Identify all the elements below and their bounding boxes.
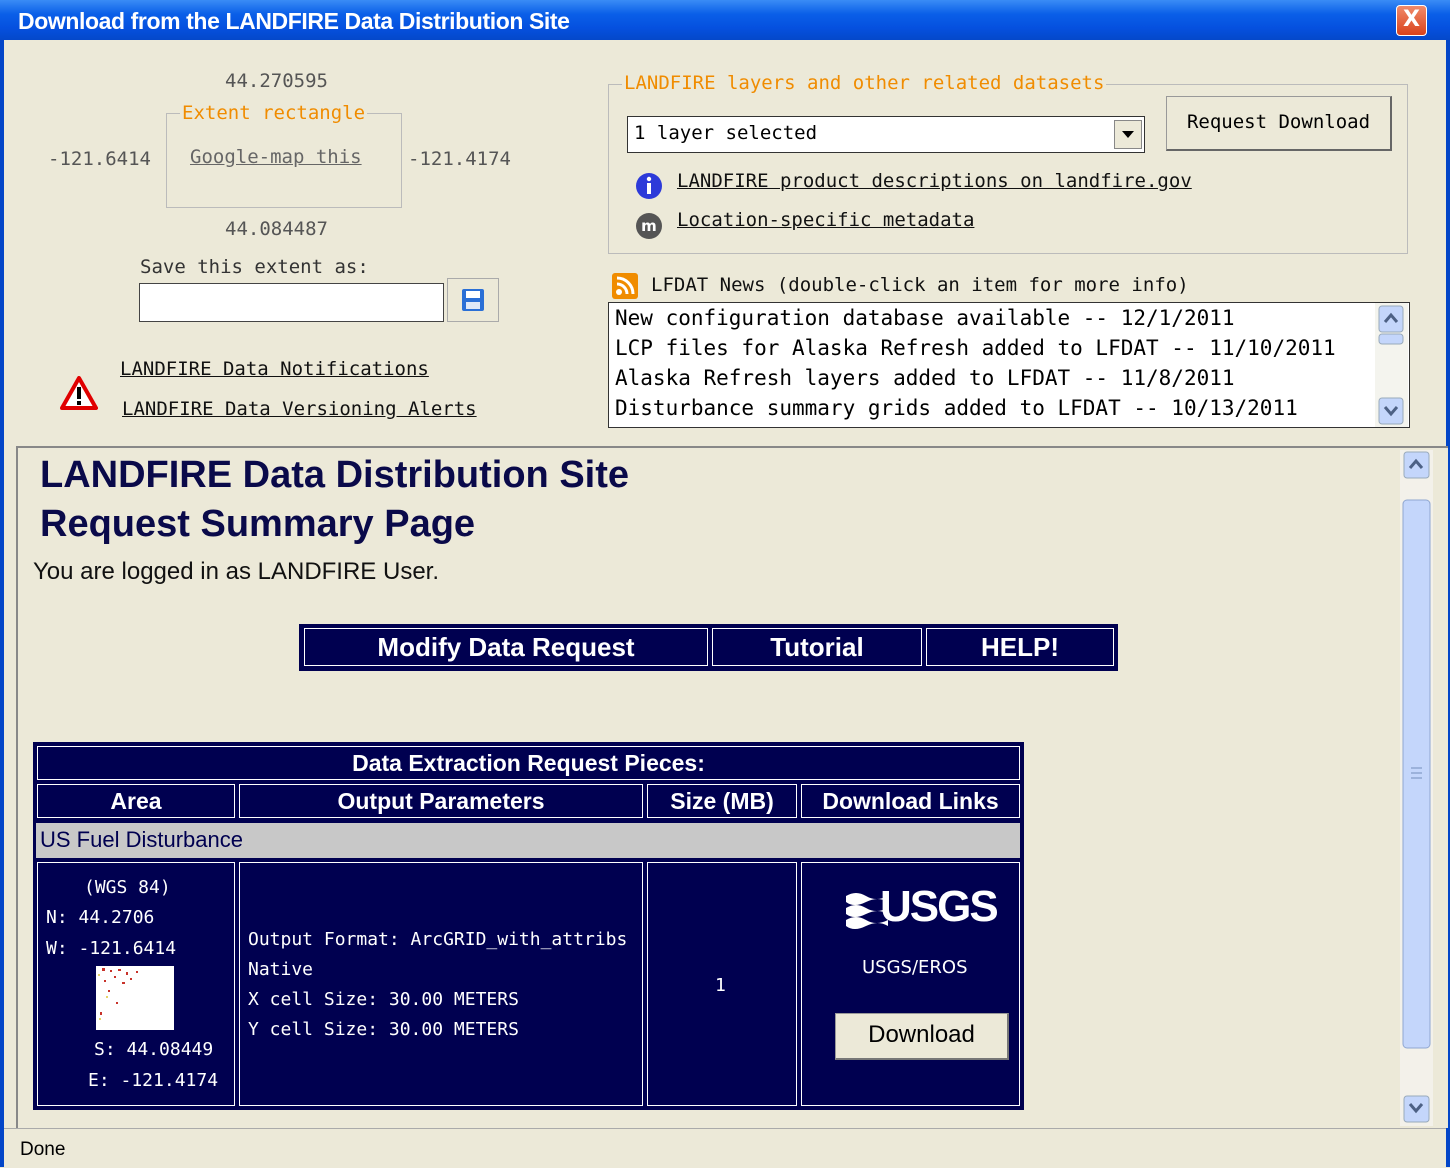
- param-format: Output Format: ArcGRID_with_attribs: [248, 929, 628, 950]
- svg-text:m: m: [641, 217, 657, 235]
- warning-icon: [60, 376, 98, 410]
- group-label: US Fuel Disturbance: [40, 827, 243, 852]
- column-header-area: Area: [37, 784, 235, 818]
- help-button[interactable]: HELP!: [926, 628, 1114, 666]
- status-bar: Done: [4, 1128, 1446, 1168]
- rss-icon: [612, 273, 638, 299]
- extent-legend: Extent rectangle: [180, 102, 368, 124]
- metadata-icon: m: [636, 213, 662, 239]
- download-button[interactable]: Download: [835, 1013, 1009, 1060]
- window-title: Download from the LANDFIRE Data Distribu…: [18, 8, 570, 34]
- save-extent-button[interactable]: [447, 278, 499, 322]
- layer-select-dropdown[interactable]: 1 layer selected: [627, 116, 1145, 153]
- login-status: You are logged in as LANDFIRE User.: [33, 558, 439, 585]
- data-notifications-link[interactable]: LANDFIRE Data Notifications: [120, 358, 429, 380]
- usgs-logo-text: USGS: [880, 882, 999, 931]
- news-item[interactable]: Alaska Refresh layers added to LFDAT -- …: [615, 366, 1235, 390]
- area-west: W: -121.6414: [46, 938, 177, 959]
- google-map-link[interactable]: Google-map this: [190, 146, 362, 168]
- request-download-button[interactable]: Request Download: [1166, 96, 1392, 151]
- group-row: US Fuel Disturbance: [36, 823, 1020, 858]
- nav-bar: Modify Data Request Tutorial HELP!: [299, 624, 1118, 671]
- area-east: E: -121.4174: [88, 1070, 219, 1091]
- layers-legend: LANDFIRE layers and other related datase…: [622, 72, 1107, 94]
- save-extent-label: Save this extent as:: [140, 256, 369, 278]
- location-metadata-link[interactable]: Location-specific metadata: [677, 209, 974, 231]
- page-subtitle: Request Summary Page: [40, 503, 476, 545]
- layer-select-value: 1 layer selected: [634, 122, 818, 144]
- extent-west: -121.6414: [48, 148, 151, 170]
- news-label: LFDAT News (double-click an item for mor…: [651, 274, 1189, 296]
- column-header-download: Download Links: [801, 784, 1020, 818]
- news-item[interactable]: Disturbance summary grids added to LFDAT…: [615, 396, 1298, 420]
- extent-north: 44.270595: [225, 70, 328, 92]
- tutorial-button[interactable]: Tutorial: [712, 628, 922, 666]
- area-north: N: 44.2706: [46, 907, 155, 928]
- provider-label: USGS/EROS: [862, 957, 968, 978]
- usgs-logo: USGS: [844, 882, 1004, 934]
- param-projection: Native: [248, 959, 314, 980]
- extent-south: 44.084487: [225, 218, 328, 240]
- table-title: Data Extraction Request Pieces:: [37, 746, 1020, 780]
- extent-thumbnail: [96, 966, 174, 1030]
- param-x-cell: X cell Size: 30.00 METERS: [248, 989, 519, 1010]
- extent-east: -121.4174: [408, 148, 511, 170]
- status-text: Done: [20, 1139, 66, 1160]
- chevron-down-icon[interactable]: [1114, 120, 1142, 149]
- info-icon: [636, 173, 662, 199]
- page-title: LANDFIRE Data Distribution Site: [40, 454, 630, 496]
- size-value: 1: [715, 975, 726, 996]
- column-header-output: Output Parameters: [239, 784, 643, 818]
- close-button[interactable]: X: [1396, 5, 1427, 36]
- content-scrollbar[interactable]: [1400, 450, 1433, 1126]
- data-versioning-alerts-link[interactable]: LANDFIRE Data Versioning Alerts: [122, 398, 477, 420]
- window-border-left: [0, 40, 4, 1167]
- news-item[interactable]: New configuration database available -- …: [615, 306, 1235, 330]
- output-cell: [239, 862, 643, 1106]
- floppy-disk-icon: [462, 289, 484, 311]
- param-y-cell: Y cell Size: 30.00 METERS: [248, 1019, 519, 1040]
- modify-request-button[interactable]: Modify Data Request: [304, 628, 708, 666]
- news-item[interactable]: LCP files for Alaska Refresh added to LF…: [615, 336, 1336, 360]
- news-scrollbar[interactable]: [1375, 303, 1408, 427]
- area-datum: (WGS 84): [84, 877, 171, 898]
- area-south: S: 44.08449: [94, 1039, 214, 1060]
- news-list[interactable]: New configuration database available -- …: [608, 302, 1410, 428]
- save-extent-input[interactable]: [139, 283, 444, 322]
- column-header-size: Size (MB): [647, 784, 797, 818]
- product-descriptions-link[interactable]: LANDFIRE product descriptions on landfir…: [677, 170, 1192, 192]
